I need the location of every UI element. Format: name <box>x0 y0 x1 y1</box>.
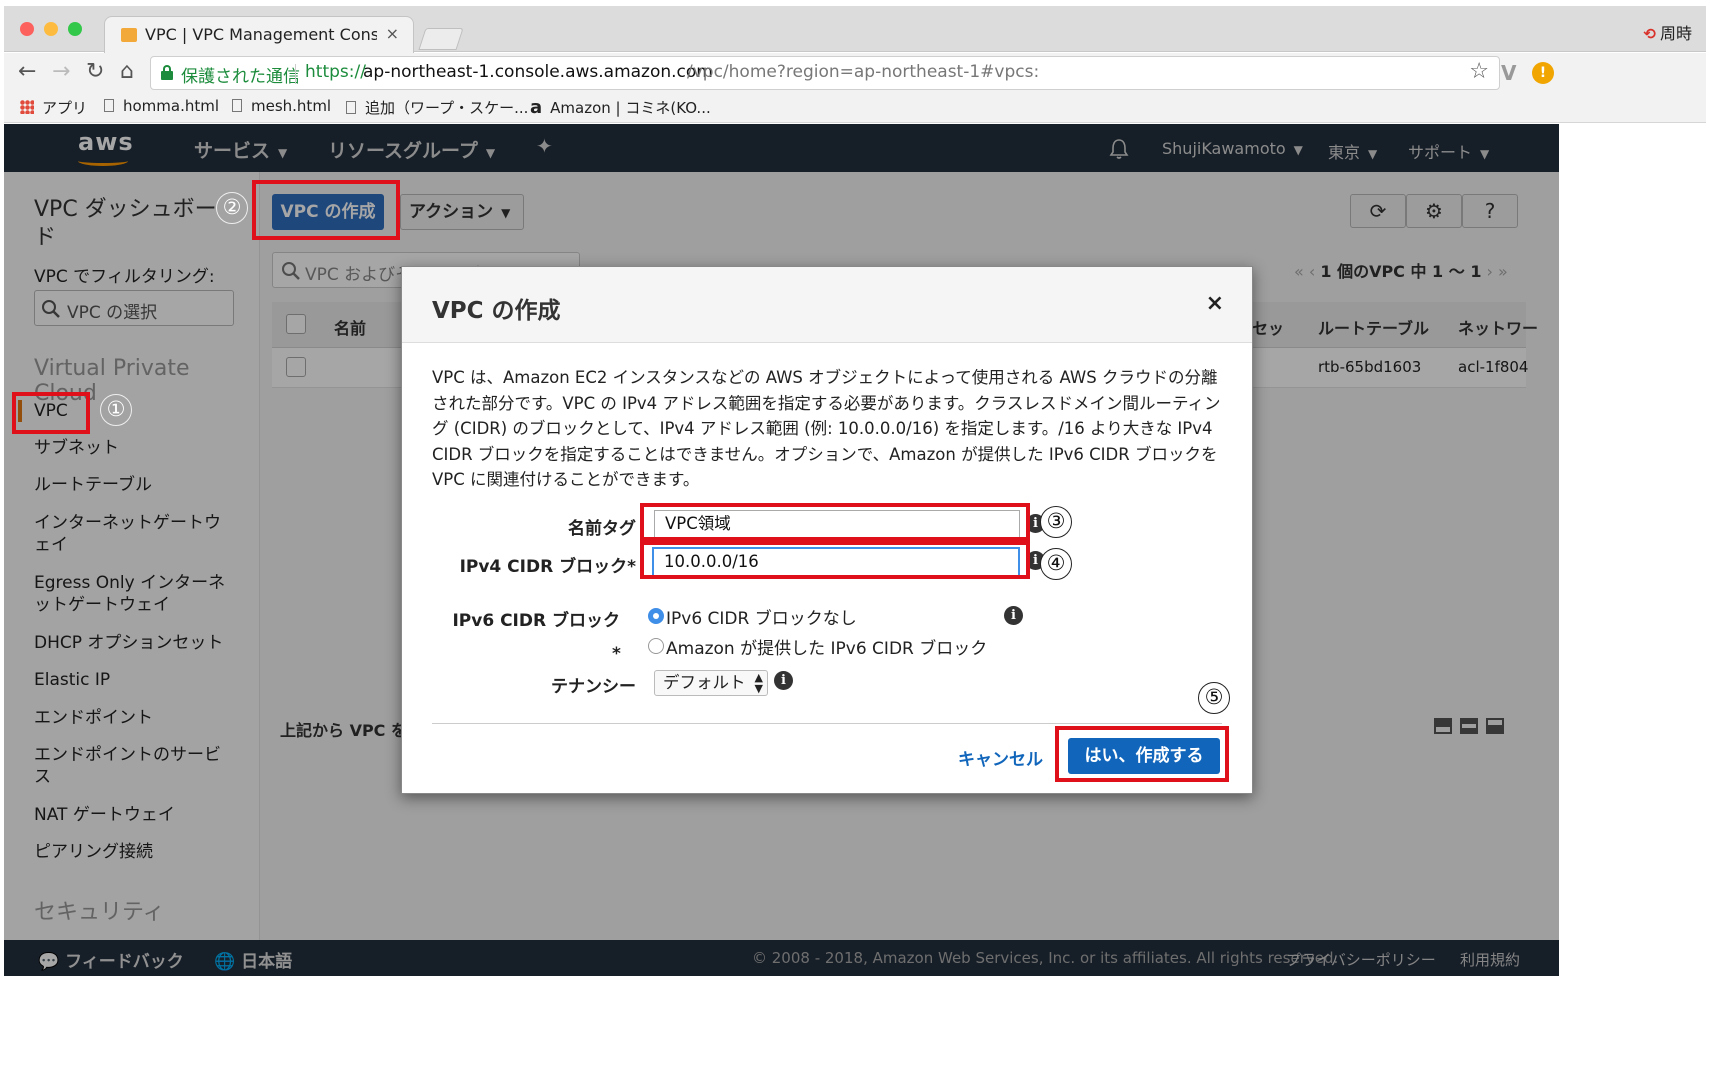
aws-favicon-icon <box>121 28 137 42</box>
tab-close-icon[interactable]: × <box>386 24 399 43</box>
lock-icon <box>161 65 173 80</box>
extension-alert-icon[interactable]: ! <box>1532 62 1554 84</box>
dialog-title: VPC の作成 <box>432 298 561 324</box>
tenancy-label: テナンシー <box>551 677 636 697</box>
address-bar[interactable]: 保護された通信 https:// ap-northeast-1.console.… <box>150 56 1500 90</box>
step-1-marker: ① <box>100 394 132 426</box>
close-icon[interactable]: × <box>1206 291 1224 316</box>
browser-tab-bar: VPC | VPC Management Conso × ⟲ 周時 <box>4 6 1706 53</box>
bookmark-star-icon[interactable]: ☆ <box>1469 59 1489 84</box>
url-scheme: https:// <box>305 62 366 82</box>
document-icon <box>346 101 356 114</box>
browser-toolbar: ← → ↻ ⌂ 保護された通信 https:// ap-northeast-1.… <box>4 53 1706 93</box>
reload-icon[interactable]: ↻ <box>86 59 104 85</box>
bookmark-apps[interactable]: アプリ <box>20 97 87 118</box>
bookmarks-bar: アプリ homma.html mesh.html 追加（ワープ・スケー... a… <box>4 93 1706 123</box>
highlight-box-confirm <box>1055 726 1229 782</box>
step-2-marker: ② <box>216 192 248 224</box>
back-arrow-icon[interactable]: ← <box>18 59 36 85</box>
document-icon <box>232 99 242 112</box>
ipv6-cidr-label: IPv6 CIDR ブロック <box>452 611 620 631</box>
url-path: /vpc/home?region=ap-northeast-1#vpcs: <box>687 62 1040 82</box>
amazon-icon: a <box>530 97 543 118</box>
cancel-button[interactable]: キャンセル <box>958 745 1043 770</box>
dialog-divider <box>432 723 1222 724</box>
bookmark-homma[interactable]: homma.html <box>104 97 219 115</box>
select-arrows-icon: ▲ ▼ <box>754 671 763 695</box>
highlight-box-vpc <box>12 392 90 434</box>
highlight-box-create-vpc <box>252 180 400 240</box>
window-minimize-button[interactable] <box>44 22 58 36</box>
info-icon[interactable]: i <box>774 671 793 690</box>
window-close-button[interactable] <box>20 22 34 36</box>
extension-v-icon[interactable]: V <box>1501 61 1516 85</box>
step-4-marker: ④ <box>1040 548 1072 580</box>
name-tag-label: 名前タグ <box>568 519 636 539</box>
profile-icon: ⟲ <box>1643 25 1656 43</box>
bookmark-warp[interactable]: 追加（ワープ・スケー... <box>346 97 528 118</box>
info-icon[interactable]: i <box>1004 606 1023 625</box>
secure-label: 保護された通信 <box>181 67 300 87</box>
step-3-marker: ③ <box>1040 506 1072 538</box>
ipv6-none-radio[interactable] <box>648 608 664 624</box>
document-icon <box>104 99 114 112</box>
tenancy-select[interactable]: デフォルト ▲ ▼ <box>654 670 768 696</box>
ipv6-amazon-label[interactable]: Amazon が提供した IPv6 CIDR ブロック <box>666 634 987 659</box>
dialog-header: VPC の作成 × <box>402 267 1252 343</box>
bookmark-amazon[interactable]: a Amazon | コミネ(KO... <box>530 97 711 118</box>
dialog-description: VPC は、Amazon EC2 インスタンスなどの AWS オブジェクトによっ… <box>432 368 1221 489</box>
url-host: ap-northeast-1.console.aws.amazon.com <box>363 62 713 82</box>
url-separator <box>295 64 296 84</box>
tab-title: VPC | VPC Management Conso <box>145 25 377 44</box>
window-zoom-button[interactable] <box>68 22 82 36</box>
apps-grid-icon <box>20 100 34 114</box>
profile-button[interactable]: ⟲ 周時 <box>1643 20 1692 44</box>
new-tab-button[interactable] <box>418 28 464 50</box>
forward-arrow-icon[interactable]: → <box>52 59 70 85</box>
ipv6-none-label[interactable]: IPv6 CIDR ブロックなし <box>666 604 857 629</box>
ipv6-required-asterisk: * <box>612 644 621 664</box>
profile-name: 周時 <box>1659 24 1692 43</box>
ipv6-amazon-radio[interactable] <box>648 638 664 654</box>
browser-tab-active[interactable]: VPC | VPC Management Conso × <box>104 16 414 53</box>
home-icon[interactable]: ⌂ <box>120 59 134 85</box>
bookmark-mesh[interactable]: mesh.html <box>232 97 331 115</box>
ipv4-cidr-label: IPv4 CIDR ブロック* <box>459 557 636 577</box>
highlight-box-ipv4-cidr <box>640 541 1030 579</box>
step-5-marker: ⑤ <box>1198 682 1230 714</box>
highlight-box-name-tag <box>640 503 1030 541</box>
